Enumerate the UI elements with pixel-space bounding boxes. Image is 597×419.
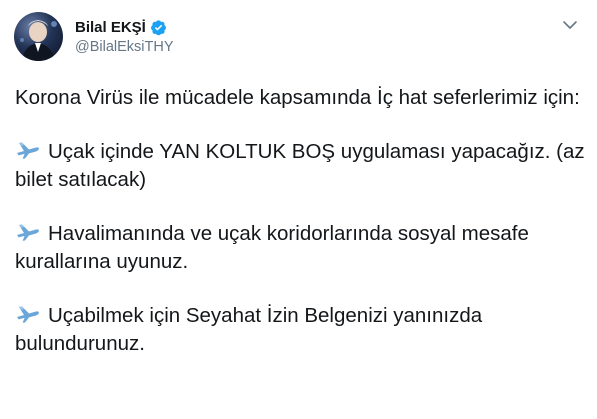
list-item: Uçak içinde YAN KOLTUK BOŞ uygulaması ya… bbox=[15, 138, 587, 194]
display-name[interactable]: Bilal EKŞİ bbox=[75, 19, 146, 36]
airplane-icon bbox=[15, 140, 40, 160]
list-item-text: Uçabilmek için Seyahat İzin Belgenizi ya… bbox=[15, 304, 483, 355]
chevron-down-icon[interactable] bbox=[561, 16, 579, 34]
list-item-text: Uçak içinde YAN KOLTUK BOŞ uygulaması ya… bbox=[15, 140, 585, 191]
airplane-icon bbox=[15, 222, 40, 242]
list-item: Uçabilmek için Seyahat İzin Belgenizi ya… bbox=[15, 302, 587, 358]
list-item-text: Havalimanında ve uçak koridorlarında sos… bbox=[15, 222, 529, 273]
tweet-intro: Korona Virüs ile mücadele kapsamında İç … bbox=[15, 86, 580, 109]
tweet-header: Bilal EKŞİ @BilalEksiTHY bbox=[14, 12, 583, 62]
airplane-icon bbox=[15, 304, 40, 324]
tweet-text: Korona Virüs ile mücadele kapsamında İç … bbox=[15, 84, 587, 358]
user-handle[interactable]: @BilalEksiTHY bbox=[75, 39, 174, 55]
avatar[interactable] bbox=[14, 12, 63, 61]
user-names: Bilal EKŞİ @BilalEksiTHY bbox=[75, 17, 174, 56]
list-item: Havalimanında ve uçak koridorlarında sos… bbox=[15, 220, 587, 276]
avatar-image bbox=[20, 20, 57, 61]
verified-badge-icon bbox=[150, 19, 167, 36]
tweet-card: Bilal EKŞİ @BilalEksiTHY Korona Virüs il… bbox=[0, 0, 597, 419]
